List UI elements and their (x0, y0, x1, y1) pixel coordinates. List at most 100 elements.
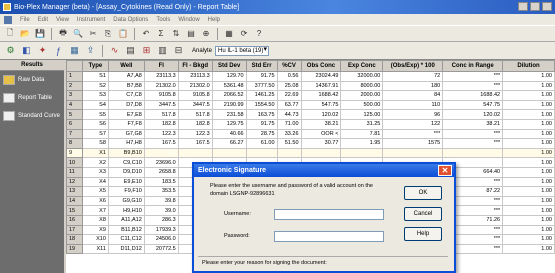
table-cell[interactable]: 1.00 (502, 80, 555, 92)
table-cell[interactable]: 1.00 (502, 109, 555, 120)
table-cell[interactable]: D11,D12 (107, 243, 145, 255)
table-cell[interactable]: B9,B10 (107, 147, 145, 159)
table-cell[interactable]: X6 (81, 195, 109, 207)
table-cell[interactable]: 38.21 (300, 118, 342, 130)
table-cell[interactable]: 1.00 (502, 195, 555, 207)
paste-icon[interactable]: 📋 (117, 28, 129, 40)
table-cell[interactable]: 1.00 (502, 99, 555, 111)
table-cell[interactable]: 1.00 (502, 157, 555, 168)
menu-window[interactable]: Window (178, 17, 199, 23)
table-cell[interactable]: X2 (81, 157, 109, 168)
table-cell[interactable]: B7,B8 (107, 80, 145, 92)
table-cell[interactable]: 30.77 (300, 138, 342, 149)
table-cell[interactable]: 120.02 (442, 109, 504, 120)
table-row[interactable]: 5 S5 E7,E8 517.8 517.8 231.58 163.75 44.73 120.0… (66, 109, 555, 120)
table-row[interactable]: 7 S7 G7,G8 122.3 122.3 40.66 28.75 33.26 OOR <7.… (66, 128, 555, 140)
menu-help[interactable]: Help (208, 17, 220, 23)
table-cell[interactable]: 9105.8 (177, 90, 213, 101)
table-cell[interactable]: *** (442, 80, 504, 92)
table-cell[interactable]: 1.00 (502, 214, 555, 226)
table-cell[interactable]: 122.3 (143, 128, 179, 140)
table-cell[interactable] (276, 147, 302, 159)
table-cell[interactable]: 33.26 (276, 128, 302, 140)
table-cell[interactable]: 20772.5 (143, 243, 179, 255)
view-icon[interactable]: ▥ (156, 44, 169, 57)
table-cell[interactable]: 44.73 (276, 109, 302, 120)
table-cell[interactable]: G7,G8 (107, 128, 145, 140)
row-number[interactable]: 16 (66, 214, 83, 226)
table-cell[interactable] (340, 147, 384, 159)
table-row[interactable]: 2 S2 B7,B8 21302.0 21302.0 5361.48 3777.50 25.0… (66, 80, 555, 92)
row-number[interactable]: 17 (66, 224, 83, 236)
table-cell[interactable]: 1688.42 (300, 90, 342, 101)
table-cell[interactable]: 9105.8 (143, 90, 179, 101)
table-cell[interactable]: 517.8 (143, 109, 179, 120)
table-cell[interactable]: B11,B12 (107, 224, 145, 236)
formula-icon[interactable]: ƒ (52, 44, 65, 57)
table-cell[interactable]: X7 (81, 205, 109, 216)
column-header[interactable]: %CV (276, 60, 302, 72)
table-cell[interactable]: E7,E8 (107, 109, 145, 120)
table-cell[interactable]: 91.75 (245, 118, 278, 130)
table-cell[interactable]: 25.08 (276, 80, 302, 92)
table-cell[interactable]: F9,F10 (107, 186, 145, 197)
table-cell[interactable]: 32000.00 (340, 71, 384, 82)
table-cell[interactable]: 1.00 (502, 224, 555, 236)
table-row[interactable]: 8 S8 H7,H8 167.5 167.5 66.27 61.00 51.50 30.77 1.… (66, 138, 555, 149)
table-cell[interactable]: H7,H8 (107, 138, 145, 149)
table-cell[interactable]: 110 (382, 99, 444, 111)
table-cell[interactable]: 1554.50 (245, 99, 278, 111)
close-icon[interactable]: ✕ (438, 165, 452, 176)
table-cell[interactable]: S3 (81, 90, 109, 101)
table-cell[interactable]: 51.50 (276, 138, 302, 149)
row-number[interactable]: 9 (66, 147, 83, 159)
table-cell[interactable]: 122.3 (177, 128, 213, 140)
table-cell[interactable]: 286.3 (143, 214, 179, 226)
column-header[interactable]: (Obs/Exp) * 100 (382, 60, 444, 72)
table-cell[interactable]: 122 (382, 118, 444, 130)
table-cell[interactable]: 1.00 (502, 90, 555, 101)
table-cell[interactable]: 3777.50 (245, 80, 278, 92)
table-cell[interactable]: *** (442, 71, 504, 82)
table-cell[interactable]: 1.00 (502, 234, 555, 245)
table-cell[interactable]: 14367.91 (300, 80, 342, 92)
table-cell[interactable]: 61.00 (245, 138, 278, 149)
row-number[interactable]: 19 (66, 243, 83, 255)
table-cell[interactable]: X8 (81, 214, 109, 226)
print-icon[interactable]: 🖶 (57, 28, 69, 40)
table-cell[interactable]: X3 (81, 166, 109, 178)
row-number[interactable]: 4 (66, 99, 83, 111)
table-cell[interactable]: X5 (81, 186, 109, 197)
help-button[interactable]: Help (404, 227, 442, 241)
close-window-button[interactable] (542, 2, 552, 11)
maximize-button[interactable] (530, 2, 540, 11)
table-cell[interactable]: C7,C8 (107, 90, 145, 101)
table-cell[interactable]: 167.5 (177, 138, 213, 149)
row-number[interactable]: 15 (66, 205, 83, 216)
row-number[interactable]: 5 (66, 109, 83, 120)
table-cell[interactable]: 2190.99 (211, 99, 247, 111)
table-cell[interactable]: 96 (382, 109, 444, 120)
table-cell[interactable]: 1.00 (502, 186, 555, 197)
table-cell[interactable]: 1.00 (502, 118, 555, 130)
row-number[interactable]: 12 (66, 176, 83, 188)
table-row[interactable]: 4 S4 D7,D8 3447.5 3447.5 2190.99 1554.50 63.77 5… (66, 99, 555, 111)
menu-edit[interactable]: Edit (38, 17, 48, 23)
table-cell[interactable]: 1.00 (502, 138, 555, 149)
table-cell[interactable]: 182.8 (177, 118, 213, 130)
save-icon[interactable]: 💾 (34, 28, 46, 40)
column-header[interactable]: Std Err (245, 60, 278, 72)
row-number[interactable]: 7 (66, 128, 83, 140)
table-row[interactable]: 9 X1 B9,B10 73.8 1.00 (66, 147, 555, 159)
chart-icon[interactable]: ▤ (185, 28, 197, 40)
table-cell[interactable]: 182.8 (143, 118, 179, 130)
row-number[interactable]: 14 (66, 195, 83, 207)
table-cell[interactable]: 28.75 (245, 128, 278, 140)
table-cell[interactable] (245, 147, 278, 159)
table-cell[interactable]: 31.25 (340, 118, 384, 130)
filter-icon[interactable]: ⊟ (172, 44, 185, 57)
table-cell[interactable]: 3447.5 (177, 99, 213, 111)
column-header[interactable]: Dilution (502, 60, 555, 72)
table-cell[interactable]: 23696.0 (143, 157, 179, 168)
table-cell[interactable]: X10 (81, 234, 109, 245)
